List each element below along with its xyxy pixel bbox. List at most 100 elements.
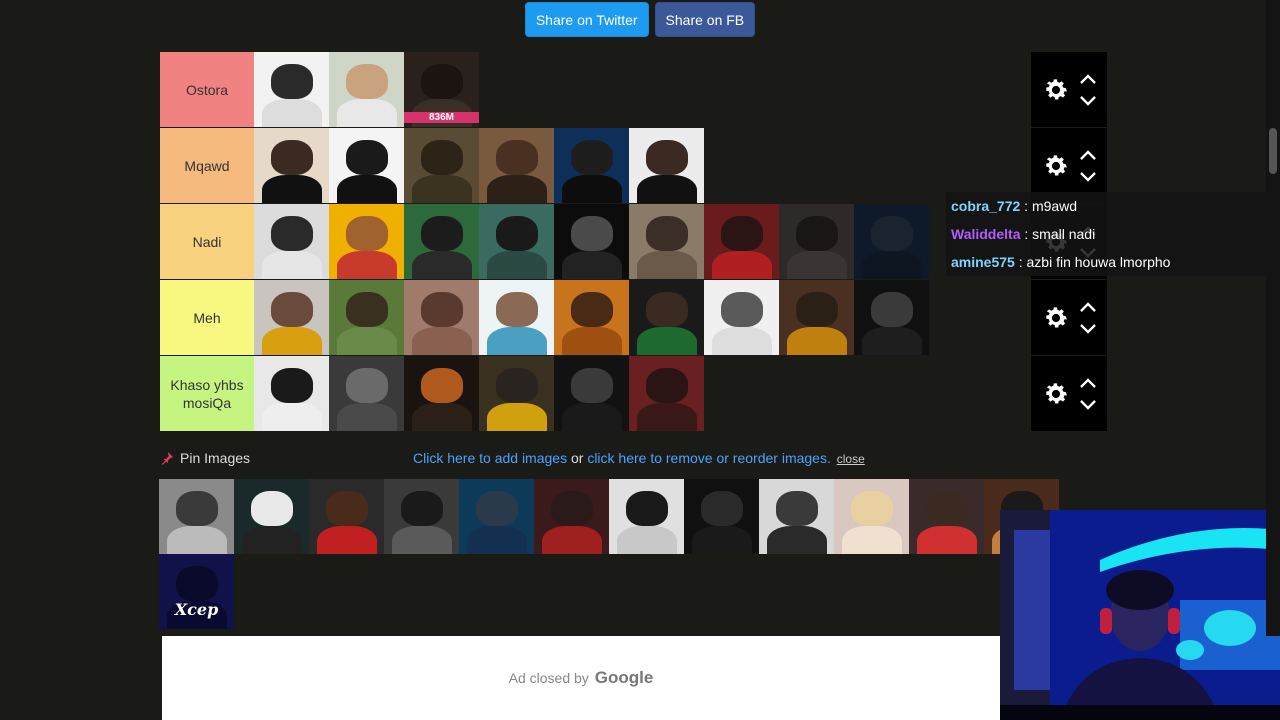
pool-image-tile[interactable]	[159, 479, 234, 554]
tier-image-tile[interactable]	[854, 280, 929, 355]
chevron-up-icon[interactable]	[1079, 73, 1097, 85]
tier-image-tile[interactable]	[479, 128, 554, 203]
gear-icon[interactable]	[1042, 380, 1070, 408]
tile-figure-head	[475, 491, 518, 526]
pool-image-tile[interactable]	[534, 479, 609, 554]
tier-image-tile[interactable]: 836M	[404, 52, 479, 127]
scrollbar-thumb[interactable]	[1269, 128, 1277, 174]
pool-image-tile[interactable]: Xcep	[159, 554, 234, 629]
tier-image-tile[interactable]	[854, 204, 929, 279]
tile-figure-head	[550, 491, 593, 526]
tier-items	[254, 356, 1031, 431]
tier-image-tile[interactable]	[704, 204, 779, 279]
remove-reorder-images-link[interactable]: click here to remove or reorder images.	[587, 450, 831, 466]
pushpin-icon	[161, 451, 174, 465]
tile-figure-head	[645, 368, 688, 403]
tile-figure-body	[636, 402, 697, 431]
tile-figure-head	[345, 140, 388, 175]
tier-image-tile[interactable]	[254, 52, 329, 127]
tile-figure-body	[241, 525, 302, 554]
pool-image-tile[interactable]	[609, 479, 684, 554]
chevron-up-icon[interactable]	[1079, 301, 1097, 313]
tile-figure-head	[570, 292, 613, 327]
chevron-down-icon[interactable]	[1079, 323, 1097, 335]
page-scrollbar[interactable]	[1266, 0, 1280, 636]
tile-figure-head	[345, 216, 388, 251]
chevron-down-icon[interactable]	[1079, 399, 1097, 411]
tier-image-tile[interactable]	[254, 356, 329, 431]
tier-image-tile[interactable]	[404, 356, 479, 431]
pin-images-toggle[interactable]: Pin Images	[160, 450, 250, 466]
tier-image-tile[interactable]	[704, 280, 779, 355]
tier-image-tile[interactable]	[254, 280, 329, 355]
pool-image-tile[interactable]	[759, 479, 834, 554]
tier-image-tile[interactable]	[479, 280, 554, 355]
pool-image-tile[interactable]	[909, 479, 984, 554]
chevron-up-icon[interactable]	[1079, 149, 1097, 161]
tile-figure-head	[645, 216, 688, 251]
tier-row: Ostora 836M	[160, 52, 1107, 128]
tile-figure-head	[495, 216, 538, 251]
gear-icon[interactable]	[1042, 304, 1070, 332]
add-images-link[interactable]: Click here to add images	[413, 450, 567, 466]
tile-figure-body	[766, 525, 827, 554]
tier-label[interactable]: Mqawd	[160, 128, 254, 203]
tier-image-tile[interactable]	[479, 356, 554, 431]
pool-image-tile[interactable]	[834, 479, 909, 554]
gear-icon[interactable]	[1042, 152, 1070, 180]
pool-image-tile[interactable]	[384, 479, 459, 554]
tile-figure-body	[561, 402, 622, 431]
tier-image-tile[interactable]	[479, 204, 554, 279]
tier-image-tile[interactable]	[629, 128, 704, 203]
tier-image-tile[interactable]	[629, 204, 704, 279]
share-facebook-button[interactable]: Share on FB	[654, 2, 756, 37]
close-link[interactable]: close	[837, 452, 865, 466]
tile-figure-head	[420, 216, 463, 251]
tier-image-tile[interactable]	[554, 280, 629, 355]
or-separator: or	[567, 450, 588, 466]
tier-label[interactable]: Ostora	[160, 52, 254, 127]
chevron-up-icon[interactable]	[1079, 377, 1097, 389]
tier-label[interactable]: Meh	[160, 280, 254, 355]
move-arrows	[1079, 149, 1097, 183]
tier-image-tile[interactable]	[629, 356, 704, 431]
tier-image-tile[interactable]	[779, 280, 854, 355]
tile-figure-body	[336, 402, 397, 431]
share-twitter-button[interactable]: Share on Twitter	[524, 2, 649, 37]
ad-closed-text: Ad closed by	[508, 670, 589, 686]
tier-label[interactable]: Khaso yhbs mosiQa	[160, 356, 254, 431]
tier-image-tile[interactable]	[329, 204, 404, 279]
tier-items	[254, 128, 1031, 203]
tier-image-tile[interactable]	[554, 356, 629, 431]
pool-image-tile[interactable]	[459, 479, 534, 554]
tile-figure-body	[411, 402, 472, 431]
move-arrows	[1079, 301, 1097, 335]
chevron-down-icon[interactable]	[1079, 171, 1097, 183]
tile-figure-body	[786, 250, 847, 279]
tier-image-tile[interactable]	[629, 280, 704, 355]
tier-image-tile[interactable]	[404, 128, 479, 203]
tier-items	[254, 204, 1031, 279]
pool-image-tile[interactable]	[309, 479, 384, 554]
tier-label[interactable]: Nadi	[160, 204, 254, 279]
pool-image-tile[interactable]	[234, 479, 309, 554]
tier-image-tile[interactable]	[329, 280, 404, 355]
tier-image-tile[interactable]	[554, 204, 629, 279]
tile-figure-body	[691, 525, 752, 554]
tile-figure-head	[250, 491, 293, 526]
gear-icon[interactable]	[1042, 76, 1070, 104]
tile-figure-body	[261, 174, 322, 203]
chevron-down-icon[interactable]	[1079, 95, 1097, 107]
tier-image-tile[interactable]	[779, 204, 854, 279]
tier-image-tile[interactable]	[254, 128, 329, 203]
tier-image-tile[interactable]	[254, 204, 329, 279]
tier-image-tile[interactable]	[554, 128, 629, 203]
tier-image-tile[interactable]	[329, 128, 404, 203]
tier-image-tile[interactable]	[329, 356, 404, 431]
tile-figure-body	[336, 326, 397, 355]
pool-image-tile[interactable]	[684, 479, 759, 554]
tier-image-tile[interactable]	[329, 52, 404, 127]
tier-image-tile[interactable]	[404, 204, 479, 279]
tier-image-tile[interactable]	[404, 280, 479, 355]
tile-figure-body	[541, 525, 602, 554]
